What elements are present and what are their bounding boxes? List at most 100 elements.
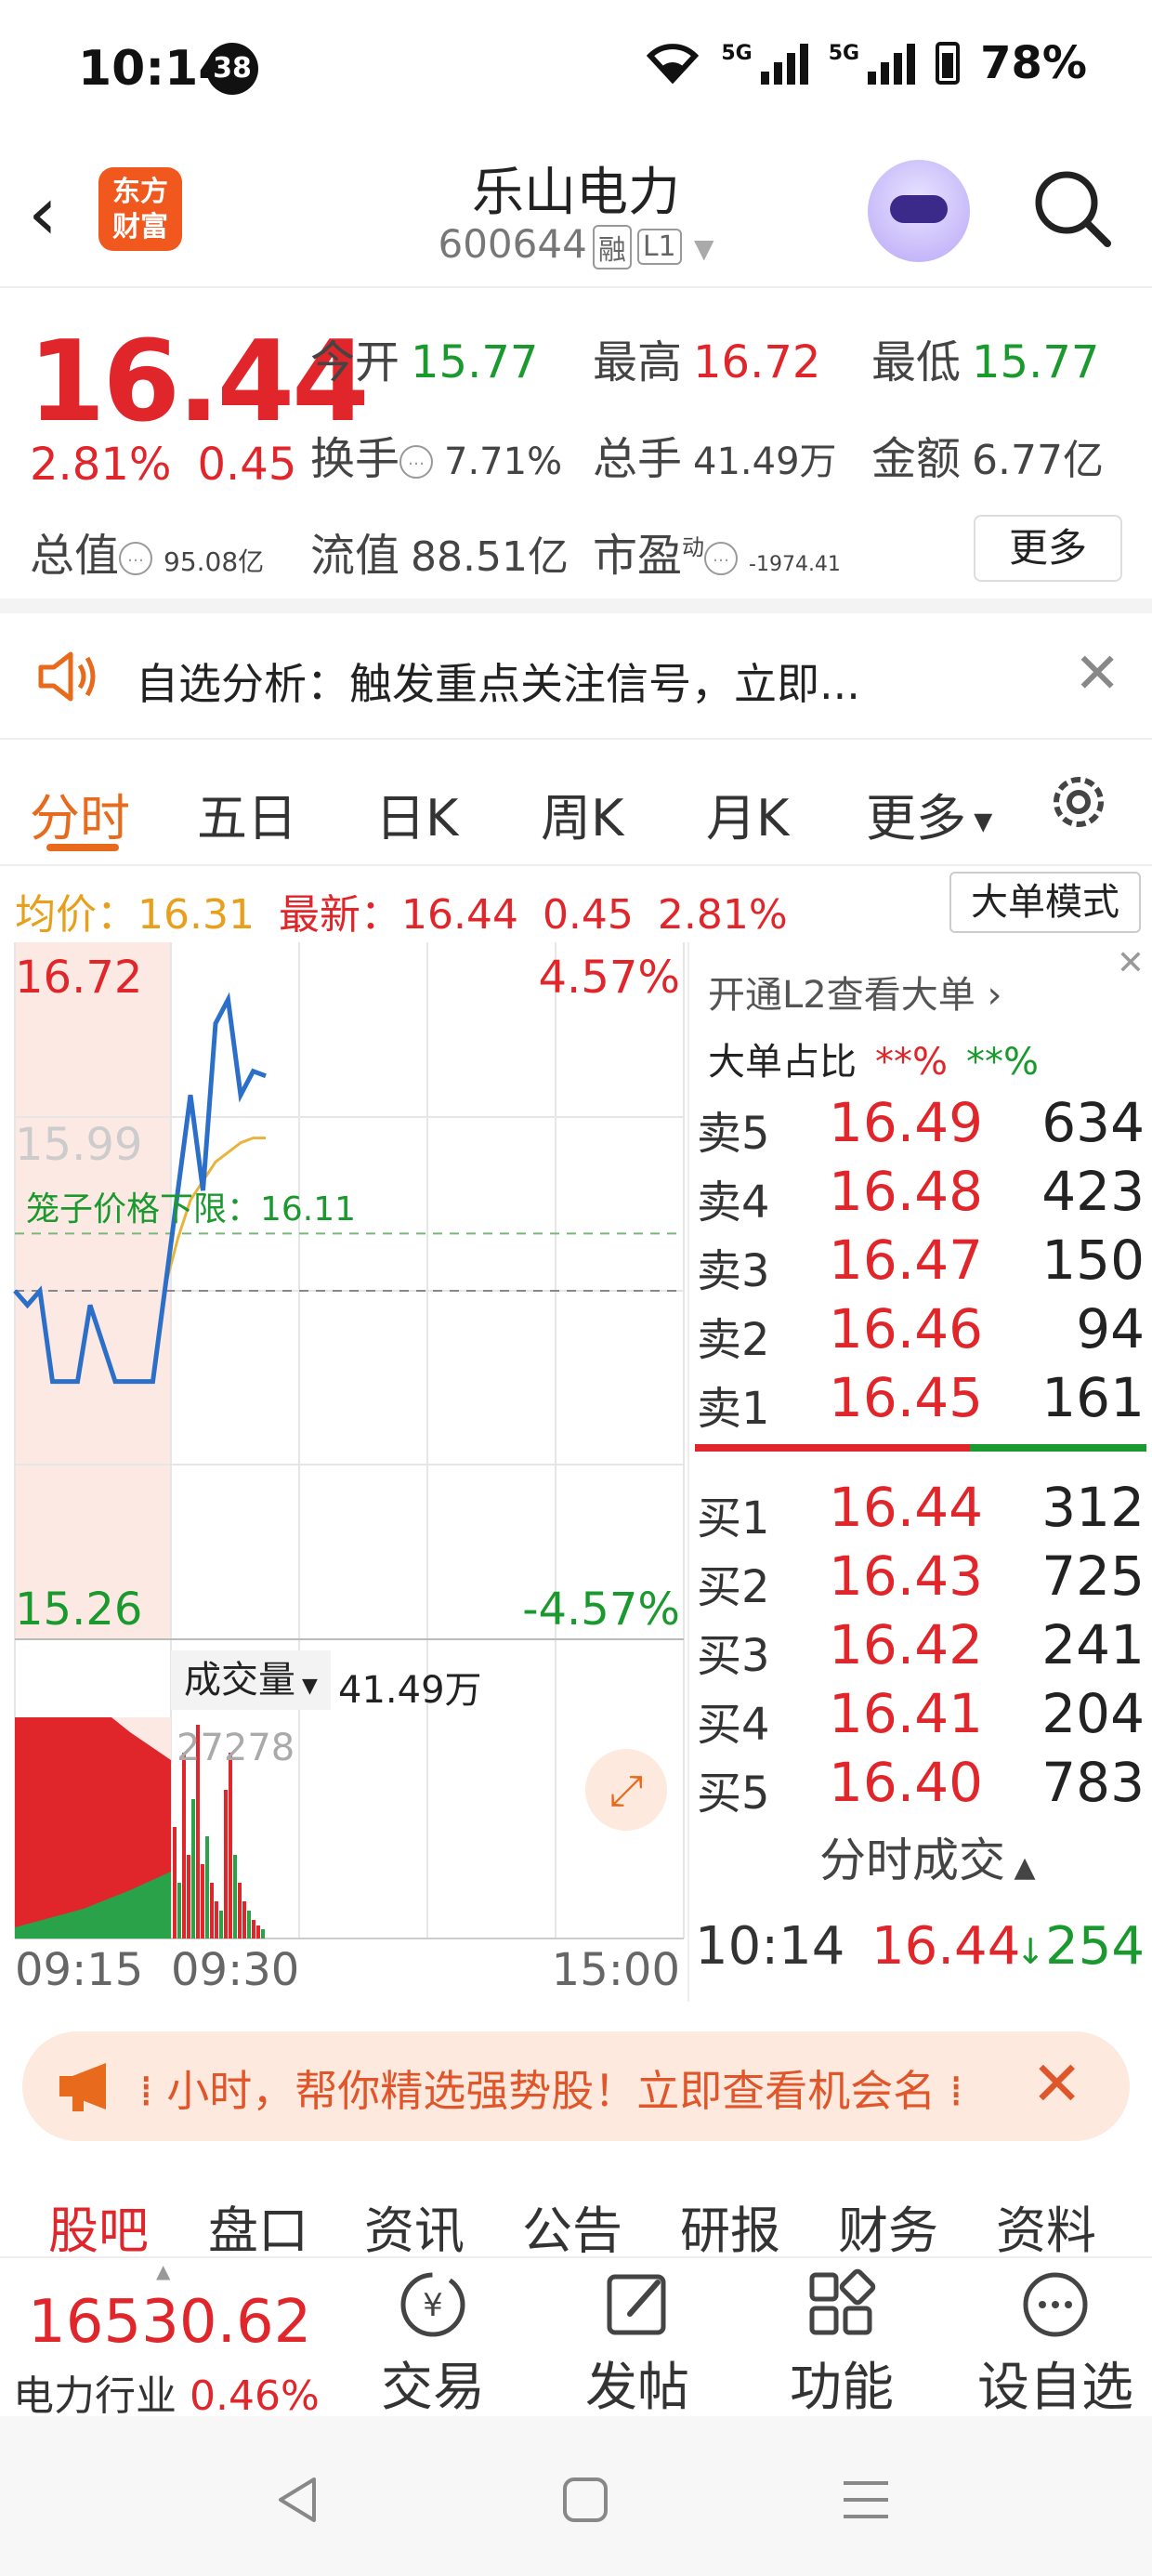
tab-five-day[interactable]: 五日: [197, 777, 297, 850]
ask-pressure-bar: [695, 1444, 970, 1452]
svg-text:¥: ¥: [423, 2287, 443, 2324]
info-icon[interactable]: …: [399, 445, 434, 479]
gear-icon[interactable]: [1044, 768, 1113, 836]
notice-text: 自选分析：触发重点关注信号，立即...: [136, 659, 860, 709]
volume-selector[interactable]: 成交量 ▼: [171, 1650, 331, 1710]
tab-more[interactable]: 更多 ▼: [866, 777, 992, 850]
bid-qty: 241: [1041, 1613, 1145, 1676]
bottom-toolbar: ▲ 16530.62 电力行业 0.46% ¥ 交易 发帖 功能 设自选: [0, 2256, 1152, 2420]
ask-label: 卖2: [697, 1314, 770, 1366]
tick-time: 10:14: [695, 1916, 845, 1977]
tab-day-k[interactable]: 日K: [375, 777, 458, 850]
last-price: 16.44: [400, 891, 518, 939]
stock-code-row[interactable]: 600644 融 L1 ▼: [0, 221, 1152, 269]
volume-cell: 总手 41.49万: [593, 433, 837, 485]
volume-bar: [201, 1864, 204, 1939]
tab-finance[interactable]: 财务: [838, 2189, 938, 2263]
open-cell: 今开 15.77: [310, 336, 539, 388]
ask-row[interactable]: 卖2 16.46 94: [689, 1297, 1152, 1366]
bid-row[interactable]: 买2 16.43 725: [689, 1544, 1152, 1613]
ticks-toggle[interactable]: 分时成交 ▲: [819, 1823, 1036, 1890]
megaphone-icon: [59, 2063, 106, 2111]
function-button[interactable]: 功能: [767, 2267, 916, 2421]
stock-code: 600644: [438, 221, 587, 267]
close-icon[interactable]: ✕: [1117, 944, 1145, 982]
tick-price: 16.44: [871, 1916, 1021, 1977]
sector-index-name[interactable]: 电力行业 0.46%: [13, 2362, 320, 2422]
info-icon[interactable]: …: [119, 542, 153, 575]
float-cap-cell: 流值 88.51亿: [310, 530, 569, 582]
back-nav-icon[interactable]: [273, 2474, 321, 2526]
home-nav-icon[interactable]: [561, 2476, 609, 2524]
intraday-chart[interactable]: 16.72 4.57% 15.99 笼子价格下限：16.11 15.26 -4.…: [0, 942, 687, 2002]
more-button[interactable]: 更多: [974, 515, 1122, 582]
ask-row[interactable]: 卖5 16.49 634: [689, 1091, 1152, 1160]
low-cell: 最低 15.77: [871, 336, 1100, 388]
bid-row[interactable]: 买1 16.44 312: [689, 1476, 1152, 1544]
l2-promo-link[interactable]: 开通L2查看大单 ›: [708, 965, 1001, 1019]
cage-price-label: 笼子价格下限：16.11: [26, 1190, 357, 1229]
ask-label: 卖1: [697, 1383, 770, 1435]
bid-row[interactable]: 买4 16.41 204: [689, 1682, 1152, 1751]
tab-announcements[interactable]: 公告: [522, 2189, 622, 2263]
bid-label: 买5: [697, 1768, 770, 1820]
wifi-icon: [647, 44, 700, 84]
ask-label: 卖4: [697, 1176, 770, 1229]
tab-orderbook[interactable]: 盘口: [208, 2189, 308, 2263]
robot-assistant-icon[interactable]: [868, 160, 970, 262]
chart-svg: [13, 942, 685, 1939]
stock-header: ‹ 东方 财富 乐山电力 600644 融 L1 ▼: [0, 139, 1152, 288]
post-button[interactable]: 发帖: [563, 2267, 712, 2421]
notification-badge: 38: [206, 43, 258, 95]
change-amount: 0.45: [197, 439, 297, 491]
close-icon[interactable]: ✕: [1074, 641, 1120, 706]
change-percent: 2.81%: [30, 439, 172, 491]
volume-bar: [242, 1901, 246, 1939]
tab-intraday[interactable]: 分时: [30, 777, 130, 850]
status-bar: 10:14 38 5G 5G 78%: [0, 0, 1152, 139]
ask-label: 卖3: [697, 1245, 770, 1297]
chevron-up-icon[interactable]: ▲: [156, 2260, 170, 2282]
bid-row[interactable]: 买5 16.40 783: [689, 1751, 1152, 1820]
trade-button[interactable]: ¥ 交易: [359, 2267, 507, 2421]
big-order-ratio: 大单占比 **% **%: [708, 1041, 1040, 1084]
time-close: 15:00: [551, 1944, 680, 1996]
ask-row[interactable]: 卖4 16.48 423: [689, 1160, 1152, 1229]
bid-price: 16.43: [828, 1544, 983, 1608]
menu-nav-icon[interactable]: [840, 2477, 892, 2522]
turnover-cell: 换手… 7.71%: [310, 433, 563, 485]
battery-level: 78%: [980, 37, 1087, 89]
add-watchlist-button[interactable]: 设自选: [972, 2267, 1139, 2421]
notice-bar[interactable]: 自选分析：触发重点关注信号，立即... ✕: [0, 613, 1152, 740]
close-icon[interactable]: ✕: [1031, 2048, 1082, 2120]
bid-row[interactable]: 买3 16.42 241: [689, 1613, 1152, 1682]
sector-index-value[interactable]: 16530.62: [28, 2288, 311, 2357]
tab-forum[interactable]: 股吧: [48, 2189, 149, 2263]
search-icon[interactable]: [1029, 165, 1113, 249]
ask-qty: 161: [1041, 1366, 1145, 1429]
tab-month-k[interactable]: 月K: [706, 777, 789, 850]
apps-icon: [809, 2268, 876, 2335]
order-book: 开通L2查看大单 › ✕ 大单占比 **% **% 卖5 16.49 634 卖4 16.4…: [687, 942, 1152, 2002]
ask-price: 16.46: [828, 1297, 983, 1360]
expand-icon[interactable]: ⤢: [585, 1749, 667, 1831]
tab-research[interactable]: 研报: [680, 2189, 780, 2263]
ask-row[interactable]: 卖3 16.47 150: [689, 1229, 1152, 1297]
info-icon[interactable]: …: [704, 542, 739, 575]
period-tabs: 分时 五日 日K 周K 月K 更多 ▼: [0, 740, 1152, 866]
tab-news[interactable]: 资讯: [364, 2189, 465, 2263]
promo-banner[interactable]: ⁞ 小时，帮你精选强势股！立即查看机会名 ⁞ ✕: [22, 2031, 1130, 2141]
active-tab-indicator: [46, 844, 119, 851]
volume-bar: [224, 1790, 228, 1939]
tab-profile[interactable]: 资料: [996, 2189, 1096, 2263]
ask-row[interactable]: 卖1 16.45 161: [689, 1366, 1152, 1435]
chevron-down-icon: ▼: [693, 233, 714, 264]
stock-name: 乐山电力: [472, 163, 680, 223]
bid-qty: 204: [1041, 1682, 1145, 1745]
high-cell: 最高 16.72: [593, 336, 821, 388]
bid-price: 16.41: [828, 1682, 983, 1745]
big-order-mode-button[interactable]: 大单模式: [949, 872, 1141, 933]
tab-week-k[interactable]: 周K: [541, 777, 623, 850]
volume-bar: [177, 1883, 181, 1939]
time-open: 09:30: [171, 1944, 300, 1996]
